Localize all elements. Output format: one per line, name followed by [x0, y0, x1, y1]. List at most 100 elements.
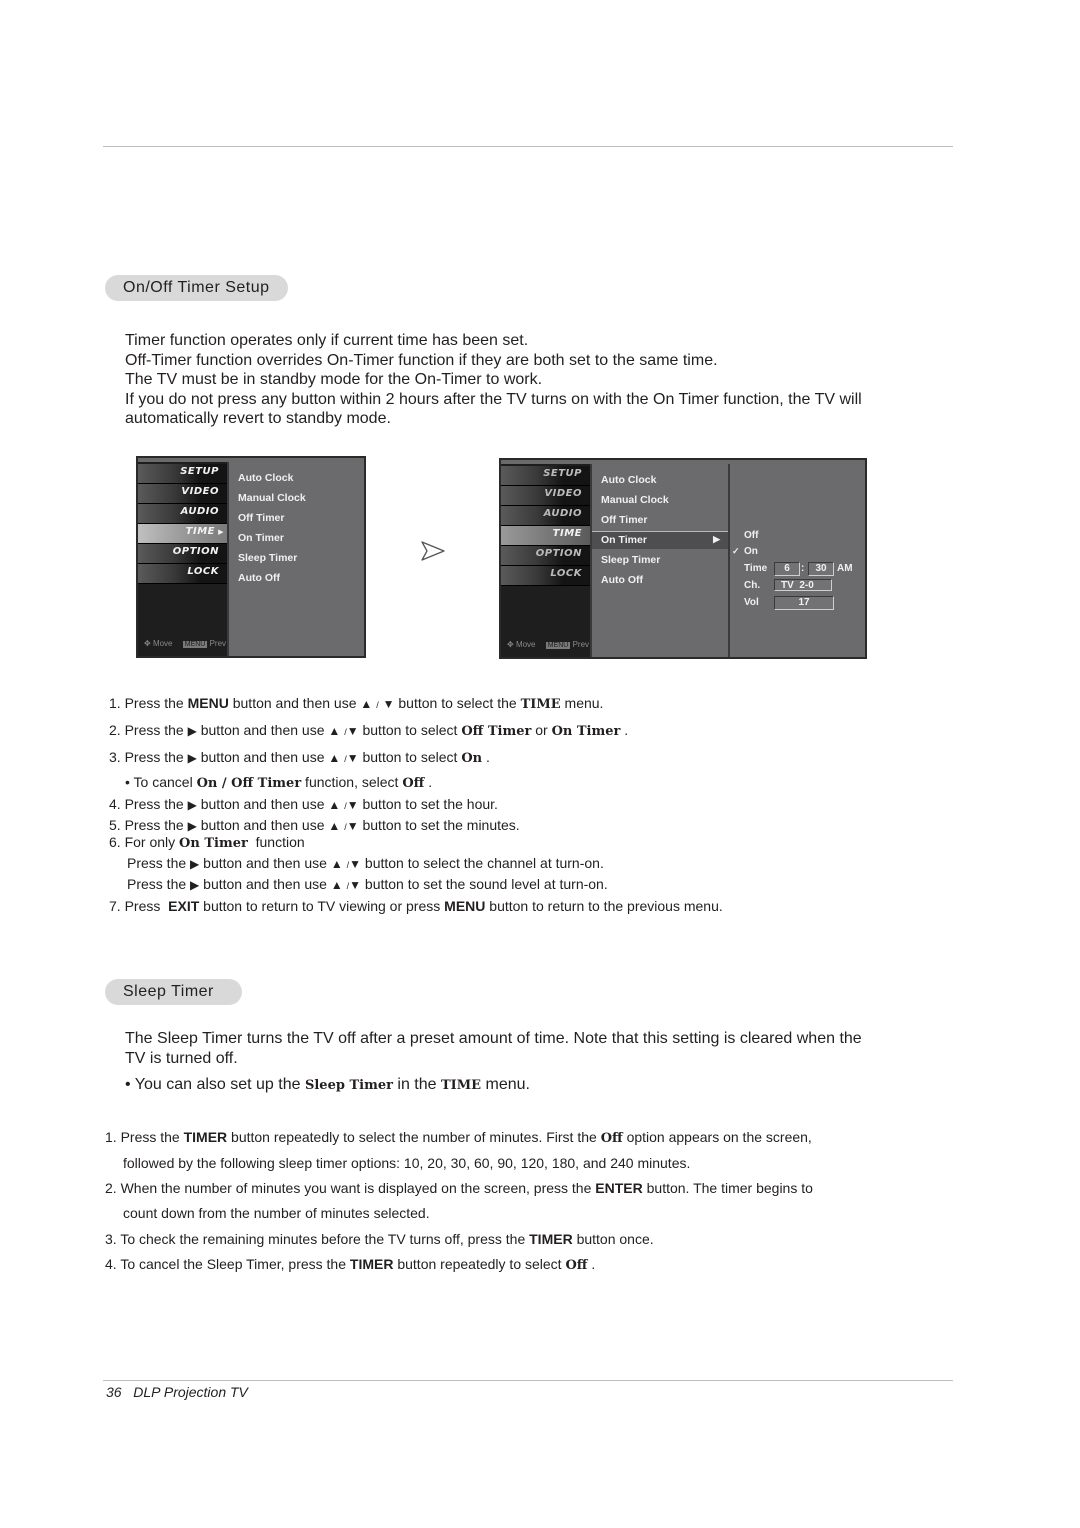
- option-off[interactable]: Off: [744, 530, 758, 541]
- menu-item-auto-clock[interactable]: Auto Clock: [238, 472, 293, 484]
- volume-field[interactable]: 17: [774, 596, 834, 610]
- text: For only: [124, 834, 180, 850]
- text: function: [247, 834, 305, 850]
- text: button and then use: [196, 722, 329, 738]
- volume-label: Vol: [744, 597, 759, 608]
- osd-tab-audio[interactable]: AUDIO: [501, 506, 590, 526]
- osd-tab-option[interactable]: OPTION: [501, 546, 590, 566]
- menu-item-manual-clock[interactable]: Manual Clock: [238, 492, 306, 504]
- osd-tab-video[interactable]: VIDEO: [501, 486, 590, 506]
- text: option appears on the screen,: [622, 1129, 812, 1145]
- step-6b: Press the ▶ button and then use ▲ /▼ but…: [127, 876, 608, 895]
- footer-move-label: Move: [152, 639, 173, 648]
- down-arrow-icon: ▼: [382, 697, 395, 711]
- menu-button-label: MENU: [187, 695, 229, 711]
- option-on[interactable]: On: [744, 546, 758, 557]
- up-arrow-icon: ▲: [328, 751, 341, 765]
- channel-field[interactable]: TV 2-0: [774, 579, 832, 591]
- off-label: Off: [565, 1258, 588, 1273]
- sleep-timer-label: Sleep Timer: [304, 1078, 393, 1093]
- channel-label: Ch.: [744, 580, 761, 591]
- right-arrow-icon: ▶: [187, 819, 197, 833]
- step-number: 5.: [109, 817, 121, 833]
- menu-item-sleep-timer[interactable]: Sleep Timer: [238, 552, 297, 564]
- menu-item-auto-off[interactable]: Auto Off: [601, 574, 643, 586]
- osd-tab-lock[interactable]: LOCK: [138, 564, 227, 584]
- osd-tab-time[interactable]: TIME: [501, 526, 590, 546]
- text: Press the: [127, 855, 191, 871]
- text: button to return to TV viewing or press: [199, 898, 445, 914]
- text: Press: [124, 898, 169, 914]
- down-arrow-icon: ▼: [349, 878, 362, 892]
- osd-tab-video[interactable]: VIDEO: [138, 484, 227, 504]
- next-step-arrow-icon: [421, 541, 445, 561]
- up-arrow-icon: ▲: [360, 697, 373, 711]
- text: menu.: [481, 1076, 530, 1093]
- tab-label: SETUP: [180, 466, 219, 477]
- osd-tab-option[interactable]: OPTION: [138, 544, 227, 564]
- down-arrow-icon: ▼: [346, 751, 359, 765]
- menu-button-label: MENU: [444, 898, 486, 914]
- step-1: 1. Press the MENU button and then use ▲ …: [109, 695, 603, 714]
- right-arrow-icon: ▶: [187, 751, 197, 765]
- step-number: 3.: [109, 749, 121, 765]
- up-arrow-icon: ▲: [328, 798, 341, 812]
- tab-label: VIDEO: [181, 486, 219, 497]
- step-3-note: • To cancel On / Off Timer function, sel…: [125, 774, 432, 792]
- on-timer-label: On Timer: [179, 836, 248, 851]
- step-7: 7. Press EXIT button to return to TV vie…: [109, 898, 723, 915]
- header-rule: [103, 146, 953, 147]
- text: button repeatedly to select the number o…: [227, 1129, 601, 1145]
- sleep-step-3: 3. To check the remaining minutes before…: [105, 1231, 654, 1248]
- text: Press the: [124, 796, 188, 812]
- text: .: [482, 749, 490, 765]
- step-number: 4.: [109, 796, 121, 812]
- sleep-step-2: 2. When the number of minutes you want i…: [105, 1180, 813, 1197]
- menu-item-auto-off[interactable]: Auto Off: [238, 572, 280, 584]
- text: Press the: [124, 722, 188, 738]
- footer-title: DLP Projection TV: [133, 1384, 248, 1400]
- page-footer: 36 DLP Projection TV: [106, 1384, 248, 1400]
- osd-tab-audio[interactable]: AUDIO: [138, 504, 227, 524]
- minute-field[interactable]: 30: [808, 562, 834, 576]
- time-label: Time: [744, 563, 768, 574]
- osd-footer: ✥ Move MENU Prev: [144, 639, 226, 648]
- on-label: On: [461, 751, 483, 766]
- exit-button-label: EXIT: [168, 898, 200, 914]
- text: button repeatedly to select: [393, 1256, 566, 1272]
- text: • You can also set up the: [125, 1076, 305, 1093]
- menu-item-on-timer[interactable]: On Timer: [238, 532, 284, 544]
- tab-label: AUDIO: [543, 508, 582, 519]
- menu-item-on-timer-selected[interactable]: On Timer: [601, 534, 647, 546]
- menu-item-sleep-timer[interactable]: Sleep Timer: [601, 554, 660, 566]
- text: button and then use: [200, 817, 329, 833]
- osd-tab-setup[interactable]: SETUP: [138, 464, 227, 484]
- text: button and then use: [196, 749, 329, 765]
- tab-label: SETUP: [543, 468, 582, 479]
- intro-line: Timer function operates only if current …: [125, 332, 529, 349]
- osd-tab-setup[interactable]: SETUP: [501, 466, 590, 486]
- osd-footer: ✥ Move MENU Prev: [507, 640, 589, 649]
- down-arrow-icon: ▼: [346, 724, 359, 738]
- tab-label: OPTION: [535, 548, 582, 559]
- osd-tab-time[interactable]: TIME ▶: [138, 524, 227, 544]
- off-timer-label: Off Timer: [461, 724, 532, 739]
- up-arrow-icon: ▲: [330, 878, 343, 892]
- slash: /: [376, 700, 379, 710]
- timer-button-label: TIMER: [529, 1231, 573, 1247]
- osd-time-menu: SETUP VIDEO AUDIO TIME ▶ OPTION LOCK ✥ Mo…: [136, 456, 366, 658]
- text: 4. To cancel the Sleep Timer, press the: [105, 1256, 350, 1272]
- menu-item-off-timer[interactable]: Off Timer: [238, 512, 284, 524]
- menu-item-manual-clock[interactable]: Manual Clock: [601, 494, 669, 506]
- osd-tab-lock[interactable]: LOCK: [501, 566, 590, 586]
- menu-item-auto-clock[interactable]: Auto Clock: [601, 474, 656, 486]
- ampm-label[interactable]: AM: [837, 563, 853, 574]
- sleep-step-2-cont: count down from the number of minutes se…: [123, 1205, 430, 1221]
- text: button. The timer begins to: [642, 1180, 813, 1196]
- text: button once.: [572, 1231, 654, 1247]
- text: button to set the sound level at turn-on…: [364, 876, 608, 892]
- menu-item-off-timer[interactable]: Off Timer: [601, 514, 647, 526]
- sleep-intro-text: The Sleep Timer turns the TV off after a…: [125, 1030, 862, 1067]
- hour-field[interactable]: 6: [774, 562, 800, 576]
- triangle-right-icon: ▶: [218, 528, 224, 536]
